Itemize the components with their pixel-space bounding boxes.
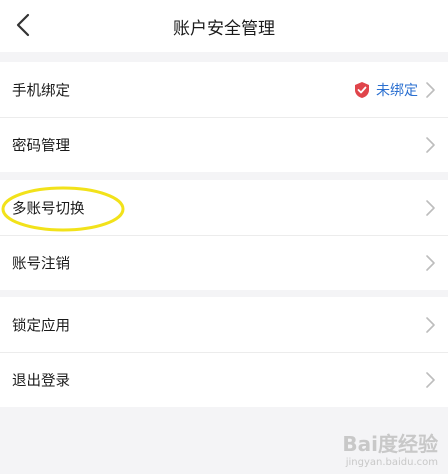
chevron-right-icon	[426, 316, 435, 333]
phone-binding-status: 未绑定	[354, 80, 418, 100]
page-title: 账户安全管理	[173, 19, 275, 39]
group-account-binding: 手机绑定 未绑定 密码管理	[0, 62, 448, 172]
row-label-logout: 退出登录	[12, 373, 70, 389]
top-bar: 账户安全管理	[0, 0, 448, 52]
chevron-right-icon	[426, 371, 435, 388]
group-app-lock-logout: 锁定应用 退出登录	[0, 297, 448, 407]
row-label-account-cancellation: 账号注销	[12, 256, 70, 272]
chevron-right-icon	[426, 254, 435, 271]
watermark-url: jingyan.baidu.com	[345, 457, 438, 468]
chevron-right-icon	[426, 136, 435, 153]
highlight-ellipse-annotation	[1, 186, 125, 232]
row-account-cancellation[interactable]: 账号注销	[0, 235, 448, 290]
row-label-lock-app: 锁定应用	[12, 318, 70, 334]
row-lock-app[interactable]: 锁定应用	[0, 297, 448, 352]
watermark: Bai度经验 jingyan.baidu.com	[342, 428, 438, 468]
row-logout[interactable]: 退出登录	[0, 352, 448, 407]
chevron-right-icon	[426, 81, 435, 98]
status-text: 未绑定	[376, 82, 418, 99]
watermark-logo: Bai度经验	[342, 432, 438, 456]
row-label-phone-binding: 手机绑定	[12, 83, 70, 99]
row-password-management[interactable]: 密码管理	[0, 117, 448, 172]
chevron-right-icon	[426, 199, 435, 216]
shield-icon	[355, 81, 369, 98]
row-phone-binding[interactable]: 手机绑定 未绑定	[0, 62, 448, 117]
row-label-password-management: 密码管理	[12, 138, 70, 154]
